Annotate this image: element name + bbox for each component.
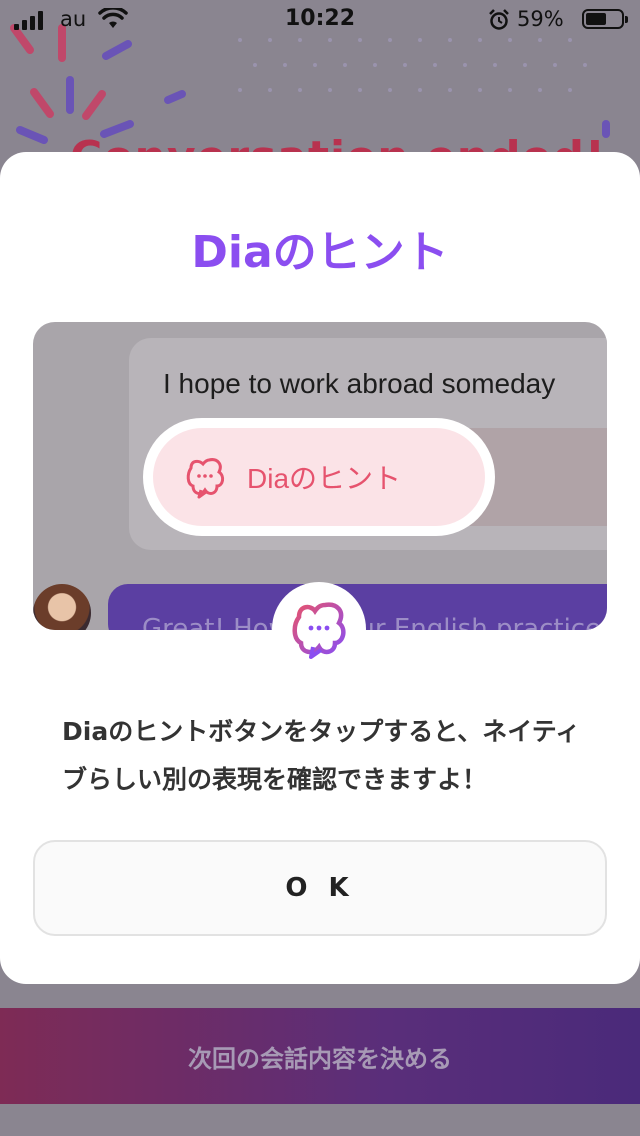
background-footer xyxy=(0,1104,640,1136)
battery-fill xyxy=(586,13,607,25)
hint-button-highlight: Diaのヒント xyxy=(143,418,495,536)
dia-logo-badge xyxy=(272,582,366,676)
battery-percent: 59% xyxy=(517,7,564,31)
hint-description: Diaのヒントボタンをタップすると、ネイティブらしい別の表現を確認できますよ！ xyxy=(62,717,581,794)
ai-message-text: Great! How is your English practice xyxy=(142,614,602,630)
next-topic-button-label: 次回の会話内容を決める xyxy=(188,1044,452,1073)
tutor-avatar xyxy=(33,584,91,630)
status-bar: au 10:22 59% xyxy=(0,0,640,40)
user-message-text: I hope to work abroad someday xyxy=(163,368,556,399)
alarm-icon xyxy=(489,9,509,30)
dia-hint-icon xyxy=(186,458,225,499)
dia-hint-button-label: Diaのヒント xyxy=(247,463,402,494)
dia-logo-icon xyxy=(292,602,346,659)
dia-hint-button: Diaのヒント xyxy=(153,428,485,526)
hint-modal: Diaのヒント I hope to work abroad someday Di… xyxy=(0,152,640,984)
next-topic-button[interactable]: 次回の会話内容を決める xyxy=(0,1008,640,1104)
modal-title: Diaのヒント xyxy=(191,227,449,278)
ok-button[interactable]: O K xyxy=(33,840,607,936)
battery-icon xyxy=(582,9,628,29)
